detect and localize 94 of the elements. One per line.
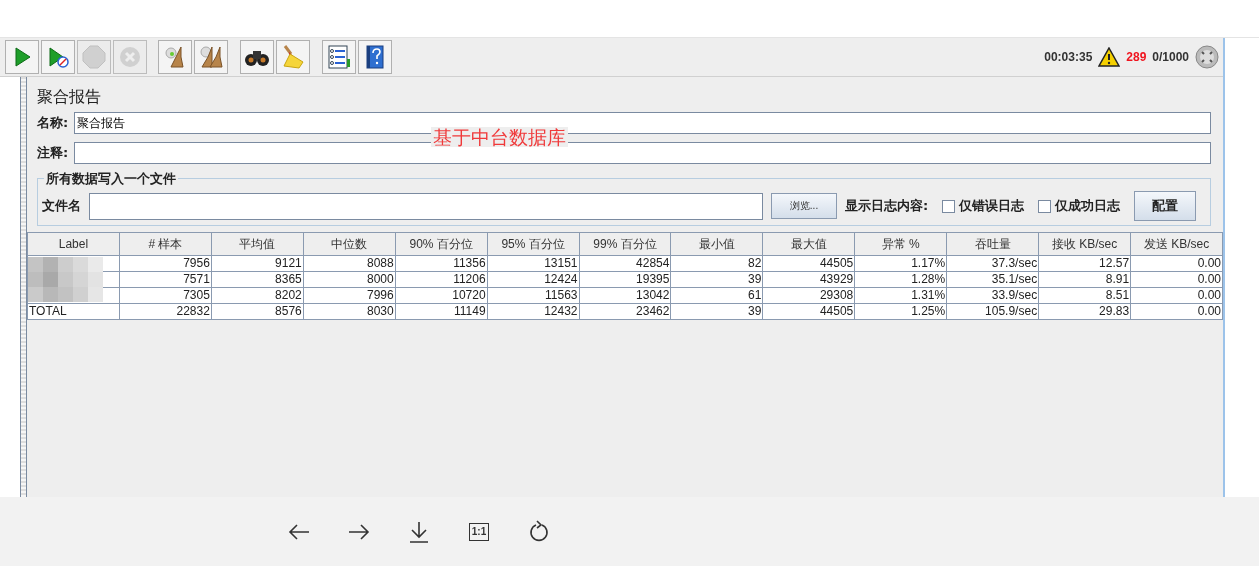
table-cell: 12424	[487, 271, 580, 288]
table-cell: 7305	[119, 287, 212, 304]
table-cell: 8576	[211, 303, 304, 320]
broom-icon	[281, 44, 305, 70]
stop-icon	[82, 45, 106, 69]
table-cell: TOTAL	[27, 303, 120, 320]
table-cell: 11149	[395, 303, 488, 320]
table-cell: 9121	[211, 255, 304, 272]
table-cell: 8365	[211, 271, 304, 288]
table-cell: 8.91	[1038, 271, 1131, 288]
table-cell: 7956	[119, 255, 212, 272]
broom-icon	[198, 45, 224, 69]
table-cell: 12432	[487, 303, 580, 320]
column-header[interactable]: 95% 百分位	[487, 232, 580, 256]
toolbar-button[interactable]	[358, 40, 392, 74]
table-cell: 0.00	[1130, 271, 1223, 288]
table-cell: 8000	[303, 271, 396, 288]
column-header[interactable]: # 样本	[119, 232, 212, 256]
column-header[interactable]: Label	[27, 232, 120, 256]
column-header[interactable]: 发送 KB/sec	[1130, 232, 1223, 256]
column-header[interactable]: 99% 百分位	[579, 232, 671, 256]
table-cell: 8202	[211, 287, 304, 304]
column-header[interactable]: 接收 KB/sec	[1038, 232, 1131, 256]
table-cell: 12.57	[1038, 255, 1131, 272]
table-cell: 61	[670, 287, 763, 304]
table-cell: 22832	[119, 303, 212, 320]
thread-count: 0/1000	[1152, 50, 1190, 64]
dial-icon[interactable]	[1195, 45, 1220, 69]
elapsed-time: 00:03:35	[1044, 50, 1093, 64]
toolbar-button[interactable]	[240, 40, 274, 74]
toolbar-button[interactable]	[322, 40, 356, 74]
column-header[interactable]: 异常 %	[854, 232, 947, 256]
table-cell: 23462	[579, 303, 671, 320]
warning-count: 289	[1126, 50, 1147, 64]
table-cell: 29308	[762, 287, 855, 304]
table-cell: 44505	[762, 303, 855, 320]
table-cell: 8088	[303, 255, 396, 272]
table-cell: 39	[670, 271, 763, 288]
table-cell: 11563	[487, 287, 580, 304]
table-cell: 7571	[119, 271, 212, 288]
table-cell: 1.31%	[854, 287, 947, 304]
close-icon	[119, 46, 141, 68]
list-icon	[327, 45, 351, 69]
table-cell: 1.28%	[854, 271, 947, 288]
table-cell: 82	[670, 255, 763, 272]
table-cell: 37.3/sec	[946, 255, 1039, 272]
annotation-text: 基于中台数据库	[431, 127, 568, 147]
log-label: 显示日志内容:	[845, 197, 929, 215]
column-header[interactable]: 中位数	[303, 232, 396, 256]
splitter[interactable]	[21, 77, 27, 497]
field-label: 注释:	[37, 144, 69, 162]
configure-button[interactable]: 配置	[1134, 191, 1197, 221]
column-header[interactable]: 最小值	[670, 232, 763, 256]
group-title: 所有数据写入一个文件	[44, 170, 178, 188]
table-cell: 35.1/sec	[946, 271, 1039, 288]
checkbox[interactable]	[1038, 199, 1052, 213]
column-header[interactable]: 平均值	[211, 232, 304, 256]
table-cell: 105.9/sec	[946, 303, 1039, 320]
table-cell: 1.17%	[854, 255, 947, 272]
browse-button[interactable]: 浏览...	[771, 193, 837, 219]
table-cell: 13151	[487, 255, 580, 272]
table-cell: 44505	[762, 255, 855, 272]
column-header[interactable]: 吞吐量	[946, 232, 1039, 256]
table-cell: 29.83	[1038, 303, 1131, 320]
table-cell: 43929	[762, 271, 855, 288]
table-cell: 0.00	[1130, 303, 1223, 320]
table-cell: 13042	[579, 287, 671, 304]
field-label: 名称:	[37, 114, 69, 132]
table-cell: 8030	[303, 303, 396, 320]
table-cell: 11356	[395, 255, 488, 272]
actual-size-button[interactable]: 1:1	[469, 522, 489, 541]
panel-title: 聚合报告	[37, 87, 102, 108]
table-cell: 7996	[303, 287, 396, 304]
column-header[interactable]: 最大值	[762, 232, 855, 256]
broom-icon	[163, 45, 187, 69]
filename-field[interactable]	[89, 192, 763, 220]
table-cell: 11206	[395, 271, 488, 288]
table-cell: 19395	[579, 271, 671, 288]
warning-icon	[1098, 47, 1121, 67]
column-header[interactable]: 90% 百分位	[395, 232, 488, 256]
table-cell: 33.9/sec	[946, 287, 1039, 304]
table-cell: 10720	[395, 287, 488, 304]
table-cell: 42854	[579, 255, 671, 272]
field-label: 文件名	[42, 197, 81, 215]
checkbox[interactable]	[942, 199, 956, 213]
play-icon	[47, 46, 69, 68]
help-book-icon	[365, 45, 385, 69]
table-cell: 8.51	[1038, 287, 1131, 304]
checkbox-label: 仅成功日志	[1055, 197, 1121, 215]
table-cell: 1.25%	[854, 303, 947, 320]
checkbox-label: 仅错误日志	[959, 197, 1025, 215]
table-cell: 0.00	[1130, 255, 1223, 272]
table-cell: 39	[670, 303, 763, 320]
table-cell: 0.00	[1130, 287, 1223, 304]
